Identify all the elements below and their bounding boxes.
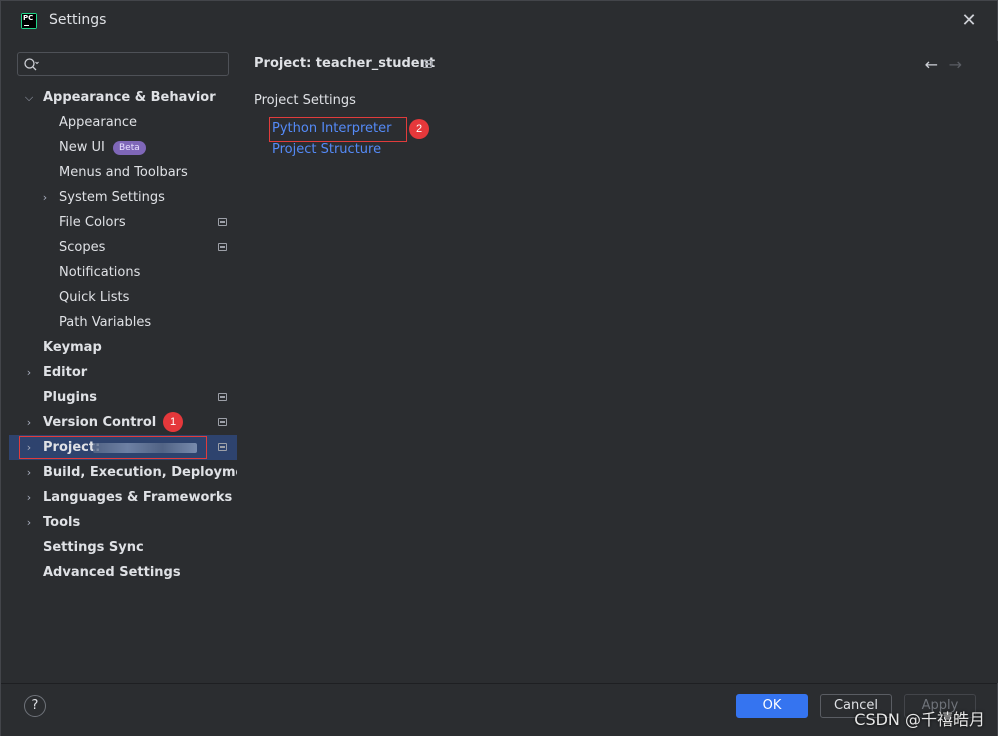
chevron-right-icon[interactable]: › <box>23 485 35 510</box>
tree-item-languages[interactable]: › Languages & Frameworks <box>9 485 237 510</box>
search-icon <box>24 58 39 71</box>
tree-item-project[interactable]: › Project: <box>9 435 237 460</box>
settings-sidebar: ⌵ Appearance & Behavior Appearance New U… <box>9 43 260 683</box>
project-level-icon <box>218 418 227 426</box>
project-level-icon <box>218 243 227 251</box>
project-level-icon <box>218 393 227 401</box>
search-input[interactable] <box>44 55 224 73</box>
tree-item-label: Plugins <box>43 390 97 405</box>
tree-item-settings-sync[interactable]: Settings Sync <box>9 535 237 560</box>
tree-item-label: Editor <box>43 365 88 380</box>
project-level-icon <box>218 218 227 226</box>
tree-item-version-control[interactable]: › Version Control 1 <box>9 410 237 435</box>
tree-item-label: Advanced Settings <box>43 565 181 580</box>
settings-tree: ⌵ Appearance & Behavior Appearance New U… <box>9 85 260 585</box>
beta-badge: Beta <box>113 141 146 155</box>
tree-item-label: System Settings <box>59 190 165 205</box>
tree-item-quick-lists[interactable]: Quick Lists <box>9 285 237 310</box>
tree-item-advanced[interactable]: Advanced Settings <box>9 560 237 585</box>
chevron-down-icon[interactable]: ⌵ <box>23 85 35 110</box>
annotation-badge-1: 1 <box>163 412 183 432</box>
tree-item-build[interactable]: › Build, Execution, Deployment <box>9 460 260 485</box>
tree-item-label: Version Control <box>43 415 157 430</box>
tree-item-label: Keymap <box>43 340 102 355</box>
project-level-icon <box>218 443 227 451</box>
tree-item-file-colors[interactable]: File Colors <box>9 210 237 235</box>
tree-item-label: Build, Execution, Deployment <box>43 465 260 480</box>
help-button[interactable]: ? <box>24 695 46 717</box>
tree-item-label: Scopes <box>59 240 106 255</box>
tree-item-label: Settings Sync <box>43 540 144 555</box>
title-bar: PC Settings ✕ <box>1 1 997 41</box>
chevron-right-icon[interactable]: › <box>39 185 51 210</box>
tree-item-label: Languages & Frameworks <box>43 490 233 505</box>
chevron-right-icon[interactable]: › <box>23 360 35 385</box>
tree-item-appearance[interactable]: Appearance <box>9 110 237 135</box>
chevron-right-icon[interactable]: › <box>23 410 35 435</box>
tree-item-scopes[interactable]: Scopes <box>9 235 237 260</box>
link-project-structure[interactable]: Project Structure <box>272 142 381 157</box>
project-level-icon <box>423 60 432 68</box>
ok-button[interactable]: OK <box>736 694 808 718</box>
tree-item-label: Appearance <box>59 115 138 130</box>
tree-item-appearance-behavior[interactable]: ⌵ Appearance & Behavior <box>9 85 237 110</box>
tree-item-keymap[interactable]: Keymap <box>9 335 237 360</box>
annotation-highlight-project <box>19 436 207 459</box>
tree-item-system-settings[interactable]: › System Settings <box>9 185 237 210</box>
dialog-footer: ? OK Cancel Apply CSDN @千禧皓月 <box>1 684 997 736</box>
tree-item-label: Quick Lists <box>59 290 130 305</box>
tree-item-editor[interactable]: › Editor <box>9 360 237 385</box>
chevron-right-icon[interactable]: › <box>23 460 35 485</box>
watermark: CSDN @千禧皓月 <box>854 710 985 729</box>
tree-item-label: Menus and Toolbars <box>59 165 188 180</box>
tree-item-label: Notifications <box>59 265 141 280</box>
back-arrow-icon[interactable]: ← <box>925 55 938 74</box>
annotation-highlight-interpreter <box>269 117 407 142</box>
tree-item-label: Appearance & Behavior <box>43 90 216 105</box>
tree-item-tools[interactable]: › Tools <box>9 510 237 535</box>
section-title: Project Settings <box>254 93 356 108</box>
tree-item-path-variables[interactable]: Path Variables <box>9 310 237 335</box>
tree-item-new-ui[interactable]: New UI Beta <box>9 135 237 160</box>
tree-item-label: Path Variables <box>59 315 152 330</box>
tree-item-menus-toolbars[interactable]: Menus and Toolbars <box>9 160 237 185</box>
tree-item-notifications[interactable]: Notifications <box>9 260 237 285</box>
tree-item-label: New UI <box>59 140 105 155</box>
chevron-right-icon[interactable]: › <box>23 510 35 535</box>
search-field[interactable] <box>17 52 229 76</box>
settings-content: Project: teacher_student ← → Project Set… <box>238 41 998 683</box>
close-icon[interactable]: ✕ <box>959 11 979 31</box>
dialog-title: Settings <box>49 12 107 28</box>
forward-arrow-icon[interactable]: → <box>949 55 962 74</box>
pycharm-logo-icon: PC <box>21 13 37 29</box>
breadcrumb: Project: teacher_student <box>254 56 436 71</box>
annotation-badge-2: 2 <box>409 119 429 139</box>
tree-item-plugins[interactable]: Plugins <box>9 385 237 410</box>
tree-item-label: Tools <box>43 515 81 530</box>
settings-dialog: PC Settings ✕ ⌵ Appearance & Behavior Ap… <box>0 0 998 736</box>
tree-item-label: File Colors <box>59 215 126 230</box>
